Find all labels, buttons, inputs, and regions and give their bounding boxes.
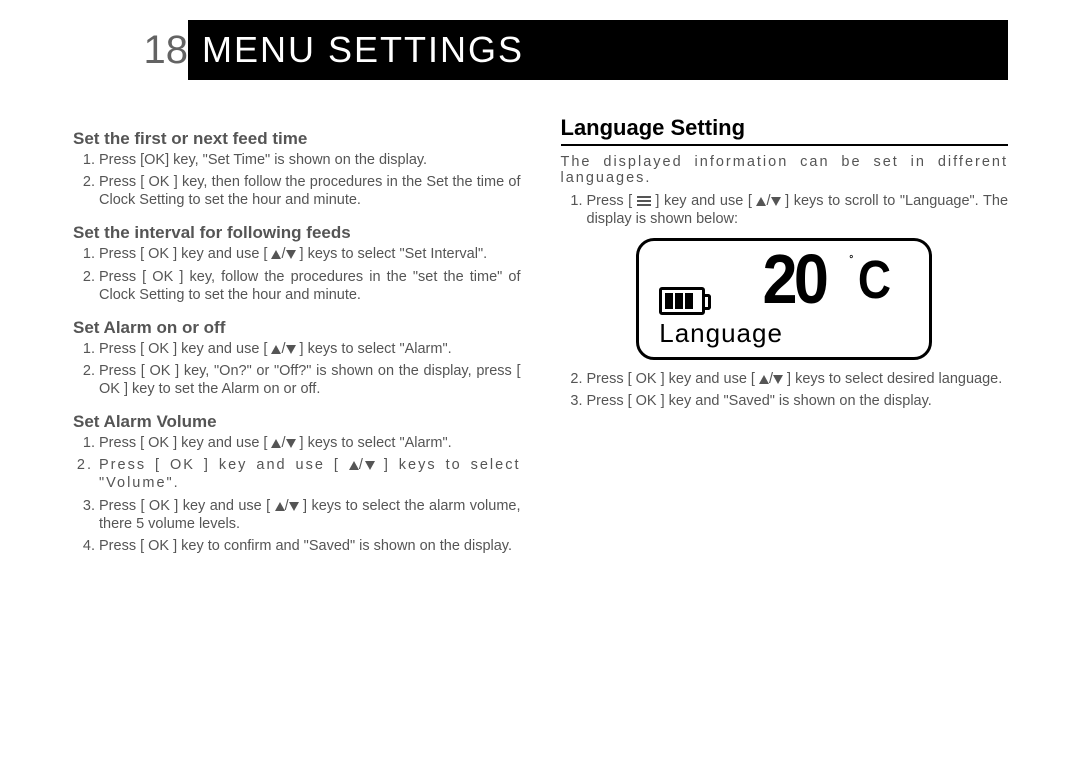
up-triangle-icon [756, 197, 766, 206]
list-item: Press [ OK ] key and use [ / ] keys to s… [99, 497, 521, 533]
down-triangle-icon [365, 461, 375, 470]
heading-rule [561, 144, 1009, 146]
battery-icon [659, 287, 705, 315]
language-steps: Press [ ] key and use [ / ] keys to scro… [561, 192, 1009, 228]
sec4-heading: Set Alarm Volume [73, 412, 521, 432]
list-item: Press [ OK ] key and use [ / ] keys to s… [99, 434, 521, 452]
display-label: Language [659, 318, 783, 349]
right-column: Language Setting The displayed informati… [561, 115, 1009, 559]
up-triangle-icon [271, 439, 281, 448]
list-item: Press [ OK ] key and use [ / ] keys to s… [99, 340, 521, 358]
language-steps-cont: Press [ OK ] key and use [ / ] keys to s… [561, 370, 1009, 410]
down-triangle-icon [773, 375, 783, 384]
list-item: Press [ OK ] key and use [ / ] keys to s… [99, 456, 521, 492]
list-item: Press [ OK ] key and "Saved" is shown on… [587, 392, 1009, 410]
hamburger-icon [637, 196, 651, 206]
page-number: 18 [110, 20, 188, 80]
list-item: Press [ OK ] key to confirm and "Saved" … [99, 537, 521, 555]
up-triangle-icon [271, 250, 281, 259]
list-item: Press [ OK ] key and use [ / ] keys to s… [99, 245, 521, 263]
list-item: Press [ OK ] key, then follow the proced… [99, 173, 521, 209]
down-triangle-icon [289, 502, 299, 511]
display-unit: C [858, 249, 891, 311]
list-item: Press [ OK ] key, "On?" or "Off?" is sho… [99, 362, 521, 398]
sec2-heading: Set the interval for following feeds [73, 223, 521, 243]
sec3-heading: Set Alarm on or off [73, 318, 521, 338]
list-item: Press [ ] key and use [ / ] keys to scro… [587, 192, 1009, 228]
degree-icon: ° [849, 254, 853, 265]
up-triangle-icon [759, 375, 769, 384]
language-lead: The displayed information can be set in … [561, 154, 1009, 186]
down-triangle-icon [286, 439, 296, 448]
header-bar: MENU SETTINGS [188, 20, 1008, 80]
down-triangle-icon [286, 345, 296, 354]
display-preview: 20 ° C Language [636, 238, 932, 360]
left-column: Set the first or next feed time Press [O… [73, 115, 521, 559]
sec2-steps: Press [ OK ] key and use [ / ] keys to s… [73, 245, 521, 303]
sec3-steps: Press [ OK ] key and use [ / ] keys to s… [73, 340, 521, 398]
page-title: MENU SETTINGS [188, 20, 1008, 80]
down-triangle-icon [771, 197, 781, 206]
sec4-steps: Press [ OK ] key and use [ / ] keys to s… [73, 434, 521, 555]
down-triangle-icon [286, 250, 296, 259]
up-triangle-icon [349, 461, 359, 470]
display-value: 20 [763, 239, 826, 319]
up-triangle-icon [271, 345, 281, 354]
language-heading: Language Setting [561, 115, 1009, 141]
list-item: Press [ OK ] key and use [ / ] keys to s… [587, 370, 1009, 388]
up-triangle-icon [275, 502, 285, 511]
sec1-steps: Press [OK] key, "Set Time" is shown on t… [73, 151, 521, 209]
list-item: Press [OK] key, "Set Time" is shown on t… [99, 151, 521, 169]
list-item: Press [ OK ] key, follow the procedures … [99, 268, 521, 304]
sec1-heading: Set the first or next feed time [73, 129, 521, 149]
